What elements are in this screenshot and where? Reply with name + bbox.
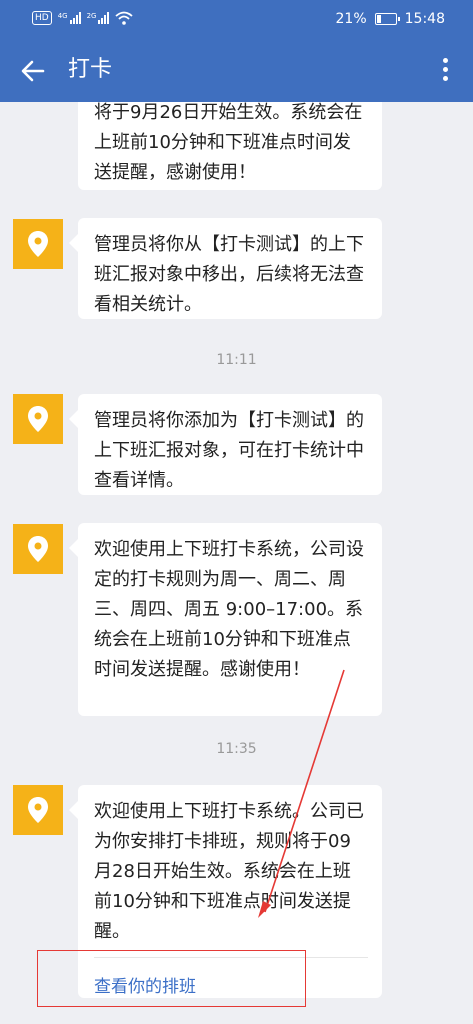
timestamp: 11:11 (216, 352, 257, 368)
location-pin-icon (28, 797, 48, 823)
message-bubble: 欢迎使用上下班打卡系统，公司设定的打卡规则为周一、周二、周三、周四、周五 9:0… (69, 523, 382, 716)
location-pin-icon (28, 536, 48, 562)
message-text: 将于9月26日开始生效。系统会在上班前10分钟和下班准点时间发送提醒，感谢使用！ (94, 102, 363, 183)
location-pin-icon (28, 406, 48, 432)
back-arrow-icon[interactable] (18, 56, 48, 86)
timestamp: 11:35 (216, 741, 257, 757)
annotation-highlight-box (37, 950, 306, 1007)
signal-icon: 4G (58, 12, 81, 24)
message-text: 欢迎使用上下班打卡系统，公司设定的打卡规则为周一、周二、周三、周四、周五 9:0… (94, 539, 364, 680)
location-pin-icon (28, 231, 48, 257)
message-text: 管理员将你添加为【打卡测试】的上下班汇报对象，可在打卡统计中查看详情。 (94, 410, 364, 491)
message-bubble: 管理员将你从【打卡测试】的上下班汇报对象中移出，后续将无法查看相关统计。 (69, 218, 382, 319)
status-bar: HD 4G 2G 21% 15:48 (0, 0, 473, 40)
wifi-icon (115, 11, 134, 25)
status-left: HD 4G 2G (32, 11, 134, 25)
signal-icon-2: 2G (87, 12, 110, 24)
status-right: 21% 15:48 (336, 11, 445, 27)
signal-2g-label: 2G (86, 12, 97, 20)
message-bubble: 管理员将你添加为【打卡测试】的上下班汇报对象，可在打卡统计中查看详情。 (69, 394, 382, 495)
avatar (13, 394, 63, 444)
more-options-icon[interactable] (443, 58, 449, 84)
avatar (13, 524, 63, 574)
avatar (13, 219, 63, 269)
signal-4g-label: 4G (57, 12, 68, 20)
message-text: 欢迎使用上下班打卡系统。公司已为你安排打卡排班，规则将于09月28日开始生效。系… (94, 801, 364, 942)
hd-badge: HD (32, 11, 52, 25)
avatar (13, 785, 63, 835)
battery-fill (376, 15, 381, 23)
page-title: 打卡 (68, 57, 113, 82)
battery-icon (374, 13, 400, 25)
message-text: 管理员将你从【打卡测试】的上下班汇报对象中移出，后续将无法查看相关统计。 (94, 234, 364, 315)
app-bar: HD 4G 2G 21% 15:48 打卡 (0, 0, 473, 102)
battery-percent: 21% (335, 11, 367, 27)
nav-bar: 打卡 (0, 40, 473, 102)
clock: 15:48 (404, 11, 445, 27)
